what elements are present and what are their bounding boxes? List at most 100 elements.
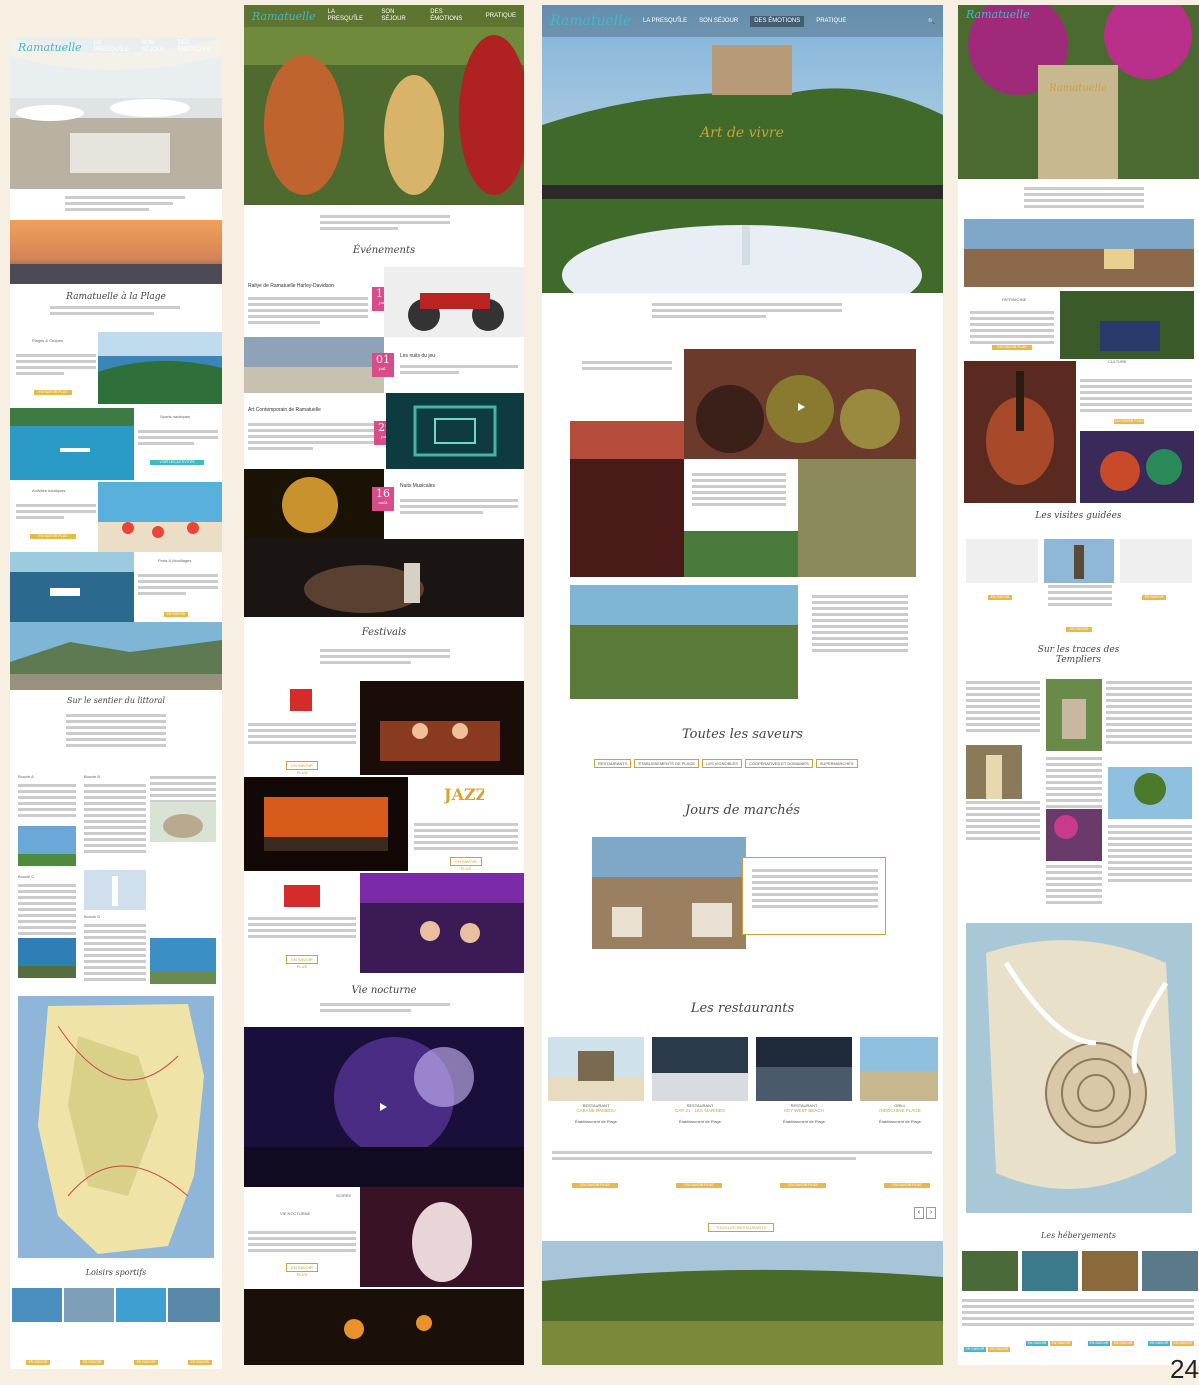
- heading-sentier: Sur le sentier du littoral: [66, 696, 166, 705]
- intro-text: [65, 196, 185, 214]
- sunset-beach-image: [10, 220, 222, 284]
- art-tunnel-image: [386, 393, 524, 469]
- restaurant-image-1: [548, 1037, 644, 1101]
- ports-button[interactable]: EN SAVOIR PLUS: [164, 612, 188, 621]
- heading-restaurants: Les restaurants: [690, 1001, 795, 1016]
- boat-image: [10, 552, 134, 622]
- creek-image: [98, 332, 222, 404]
- hero-title: Ramatuelle: [1049, 83, 1107, 94]
- restaurant-card-3[interactable]: RESTAURANT KEY WEST BEACH Établissement de…: [756, 1103, 852, 1124]
- hero-title: Art de vivre: [700, 125, 784, 141]
- hebergement-images: [962, 1251, 1198, 1291]
- tag-restaurants[interactable]: RESTAURANTS: [594, 759, 632, 768]
- hero-terrace-village-image: [542, 5, 943, 293]
- restaurant-card-2[interactable]: RESTAURANT CAP 21 - LES MARINES Établissem…: [652, 1103, 748, 1124]
- label-activites: Activités nautiques: [32, 488, 66, 493]
- coastal-rocks-image: [10, 622, 222, 690]
- plage-text: [50, 306, 180, 318]
- logo[interactable]: Ramatuelle: [18, 41, 82, 54]
- paddle-image: [10, 408, 134, 480]
- activites-button[interactable]: EN SAVOIR PLUS: [30, 534, 76, 539]
- chapel-image: [1046, 679, 1102, 751]
- event-title-1[interactable]: Rallye de Ramatuelle Harley-Davidson: [248, 283, 368, 289]
- heading-festivals: Festivals: [361, 627, 407, 638]
- vineyard-panorama-image: [542, 1241, 943, 1365]
- sports-button[interactable]: VOIR LES ACTIVITÉS: [150, 460, 204, 465]
- event-date-badge-4: 16 août: [372, 487, 394, 511]
- pine-image: [18, 826, 76, 866]
- flowers-door-image: [1046, 809, 1102, 861]
- purple-concert-image: [360, 873, 524, 973]
- panel-evenements: Ramatuelle La presqu'île Son séjour Des …: [244, 5, 524, 1365]
- music-globe-image: [244, 469, 384, 539]
- heading-marches: Jours de marchés: [685, 803, 800, 818]
- festival-stage-image: [360, 681, 524, 775]
- nav-item-sejour[interactable]: Son séjour: [141, 40, 165, 54]
- piano-concert-image: [244, 539, 524, 617]
- hero-street-performers-image: [244, 5, 524, 205]
- theatre-concert-image: [244, 777, 408, 871]
- nav-item-emotions[interactable]: Des émotions: [177, 40, 209, 54]
- lighthouse-image: [84, 870, 146, 910]
- festival-button-2[interactable]: EN SAVOIR PLUS: [450, 857, 482, 871]
- play-icon[interactable]: [798, 403, 805, 411]
- tree-square-image: [1108, 767, 1192, 819]
- play-icon[interactable]: [380, 1103, 387, 1111]
- navbar: Ramatuelle La presqu'île Son séjour Des …: [10, 38, 222, 56]
- restaurant-image-4: [860, 1037, 938, 1101]
- heading-plage: Ramatuelle à la Plage: [66, 292, 166, 302]
- village-street-image: [964, 219, 1194, 287]
- tag-cooperatives[interactable]: COOPÉRATIVES ET DOMAINES: [744, 759, 813, 768]
- visite-image: [1044, 539, 1114, 583]
- nocturne-button[interactable]: EN SAVOIR PLUS: [286, 1263, 318, 1277]
- festival-button-3[interactable]: EN SAVOIR PLUS: [286, 955, 318, 969]
- heading-vie-nocturne: Vie nocturne: [351, 985, 417, 996]
- bay-image: [150, 938, 216, 984]
- event-title-4[interactable]: Nuits Musicales: [400, 483, 520, 489]
- label-ports: Ports & Mouillages: [158, 558, 192, 563]
- nav-item-pratique[interactable]: Pratique: [221, 44, 222, 51]
- terrace-cafe-image: [1060, 291, 1194, 359]
- all-restaurants-button[interactable]: TOUS LES RESTAURANTS: [708, 1223, 774, 1232]
- heading-traces: Sur les traces des Templiers: [1037, 645, 1120, 665]
- jazz-logo: JAZZ: [444, 785, 484, 804]
- event-date-badge-2: 01 juil.: [372, 353, 394, 377]
- festival-logo-3: [284, 885, 320, 907]
- carousel-next-icon[interactable]: ›: [926, 1207, 936, 1219]
- search-icon[interactable]: 🔍: [928, 18, 935, 25]
- section-boucle-c: Boucle C: [18, 874, 35, 879]
- heading-loisirs: Loisirs sportifs: [85, 1268, 147, 1277]
- dancers-image: [360, 1187, 524, 1287]
- section-boucle-a: Boucle A: [18, 774, 34, 779]
- heading-hebergements: Les hébergements: [1041, 1231, 1116, 1240]
- sea-image: [18, 938, 76, 978]
- tag-vignobles[interactable]: LES VIGNOBLES: [702, 759, 742, 768]
- event-title-3[interactable]: Art Contemporain de Ramatuelle: [248, 407, 368, 413]
- page-number: 24: [1170, 1354, 1199, 1384]
- nav-item-presquile[interactable]: La presqu'île: [94, 40, 130, 54]
- event-title-2[interactable]: Les nuits du jeu: [400, 353, 520, 359]
- hero-beach-cabana-image: [10, 38, 222, 189]
- heading-evenements: Événements: [352, 245, 416, 256]
- loisirs-images: [12, 1288, 220, 1322]
- beach-umbrellas-image: [98, 482, 222, 552]
- restaurant-card-4[interactable]: GRILL INDOCHINE PLAGE Établissement de Pla…: [860, 1103, 940, 1124]
- tag-plage[interactable]: ÉTABLISSEMENTS DE PLAGE: [634, 759, 700, 768]
- festival-button-1[interactable]: EN SAVOIR PLUS: [286, 761, 318, 775]
- label-sports: Sports nautiques: [160, 414, 191, 419]
- saveurs-tags: RESTAURANTS ÉTABLISSEMENTS DE PLAGE LES …: [594, 759, 858, 768]
- section-boucle-b: Boucle B: [84, 774, 101, 779]
- beach-bonfire-image: [244, 1289, 524, 1365]
- tag-supermarches[interactable]: SUPERMARCHÉS: [815, 759, 858, 768]
- heading-saveurs: Toutes les saveurs: [682, 727, 803, 742]
- restaurant-image-3: [756, 1037, 852, 1101]
- motorcycle-image: [384, 267, 524, 337]
- plages-button[interactable]: EN SAVOIR PLUS: [34, 390, 72, 395]
- ceramics-image: [1080, 431, 1194, 503]
- carousel-prev-icon[interactable]: ‹: [914, 1207, 924, 1219]
- archway-image: [966, 745, 1022, 799]
- restaurant-card-1[interactable]: RESTAURANT CABANE BAMBOU Établissement de …: [548, 1103, 644, 1124]
- panel-ramatuelle-village: Ramatuelle Ramatuelle PATRIMOINE EN SAVO…: [958, 5, 1199, 1365]
- market-image: [592, 837, 746, 949]
- guitar-image: [964, 361, 1076, 503]
